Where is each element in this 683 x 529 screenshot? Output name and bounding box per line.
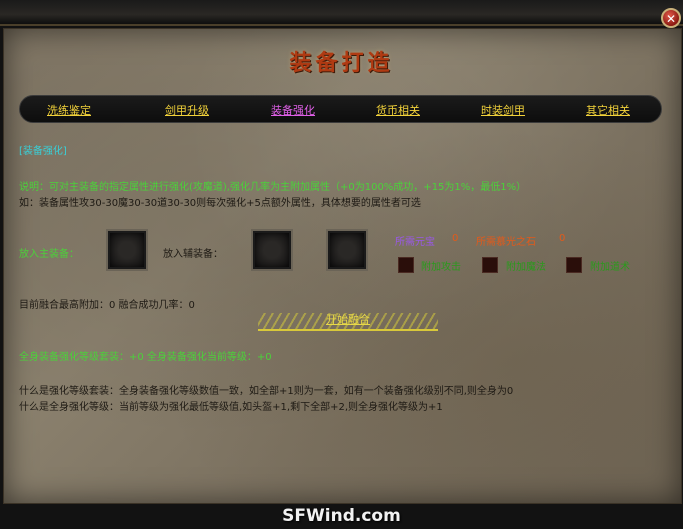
yuanbao-cost-value: 0 — [452, 233, 459, 244]
close-icon: ✕ — [665, 12, 677, 26]
window-top-bar — [0, 0, 683, 26]
start-fusion-button[interactable]: 开始融合 — [258, 313, 438, 331]
tab-equipment-enhance[interactable]: 装备强化 — [271, 102, 315, 118]
option-attack-checkbox[interactable] — [398, 257, 414, 273]
watermark-text: SFWind.com — [282, 506, 401, 526]
main-equipment-slot[interactable] — [106, 229, 148, 271]
help-line-1: 什么是强化等级套装：全身装备强化等级数值一致，如全部+1则为一套，如有一个装备强… — [19, 386, 514, 397]
option-magic-label: 附加魔法 — [506, 262, 546, 273]
close-button[interactable]: ✕ — [661, 8, 681, 28]
tab-refine-identify[interactable]: 洗练鉴定 — [47, 102, 91, 118]
window-title: 装备打造 — [289, 50, 394, 76]
aux-equipment-label: 放入辅装备： — [163, 249, 223, 260]
game-window: ✕ 装备打造 洗练鉴定 剑甲升级 装备强化 货币相关 时装剑甲 其它相关 [装备… — [0, 0, 683, 529]
tab-fashion-sword-armor[interactable]: 时装剑甲 — [481, 102, 525, 118]
description-line-2: 如：装备属性攻30-30魔30-30道30-30则每次强化+5点额外属性，具体想… — [19, 198, 421, 209]
aux-equipment-slot-1[interactable] — [251, 229, 293, 271]
main-equipment-label: 放入主装备： — [19, 249, 79, 260]
tab-currency[interactable]: 货币相关 — [376, 102, 420, 118]
help-line-2: 什么是全身强化等级：当前等级为强化最低等级值,如头盔+1,剩下全部+2,则全身强… — [19, 402, 443, 413]
option-taoism-checkbox[interactable] — [566, 257, 582, 273]
tab-sword-armor-upgrade[interactable]: 剑甲升级 — [165, 102, 209, 118]
start-fusion-label: 开始融合 — [326, 313, 370, 326]
yuanbao-cost-label: 所需元宝 — [395, 237, 435, 248]
tab-bar: 洗练鉴定 剑甲升级 装备强化 货币相关 时装剑甲 其它相关 — [19, 95, 662, 123]
option-magic-checkbox[interactable] — [482, 257, 498, 273]
suit-enhance-level: 全身装备强化等级套装：+0 全身装备强化当前等级：+0 — [19, 352, 272, 363]
aux-equipment-slot-2[interactable] — [326, 229, 368, 271]
option-attack-label: 附加攻击 — [421, 262, 461, 273]
description-line-1: 说明：可对主装备的指定属性进行强化(攻魔道),强化几率为主附加属性（+0为100… — [19, 182, 527, 193]
tab-other[interactable]: 其它相关 — [586, 102, 630, 118]
stone-cost-value: 0 — [559, 233, 566, 244]
section-header: [装备强化] — [19, 146, 67, 157]
fusion-status: 目前融合最高附加：0 融合成功几率：0 — [19, 300, 195, 311]
stone-cost-label: 所需慕光之石 — [476, 237, 536, 248]
option-taoism-label: 附加道术 — [590, 262, 630, 273]
